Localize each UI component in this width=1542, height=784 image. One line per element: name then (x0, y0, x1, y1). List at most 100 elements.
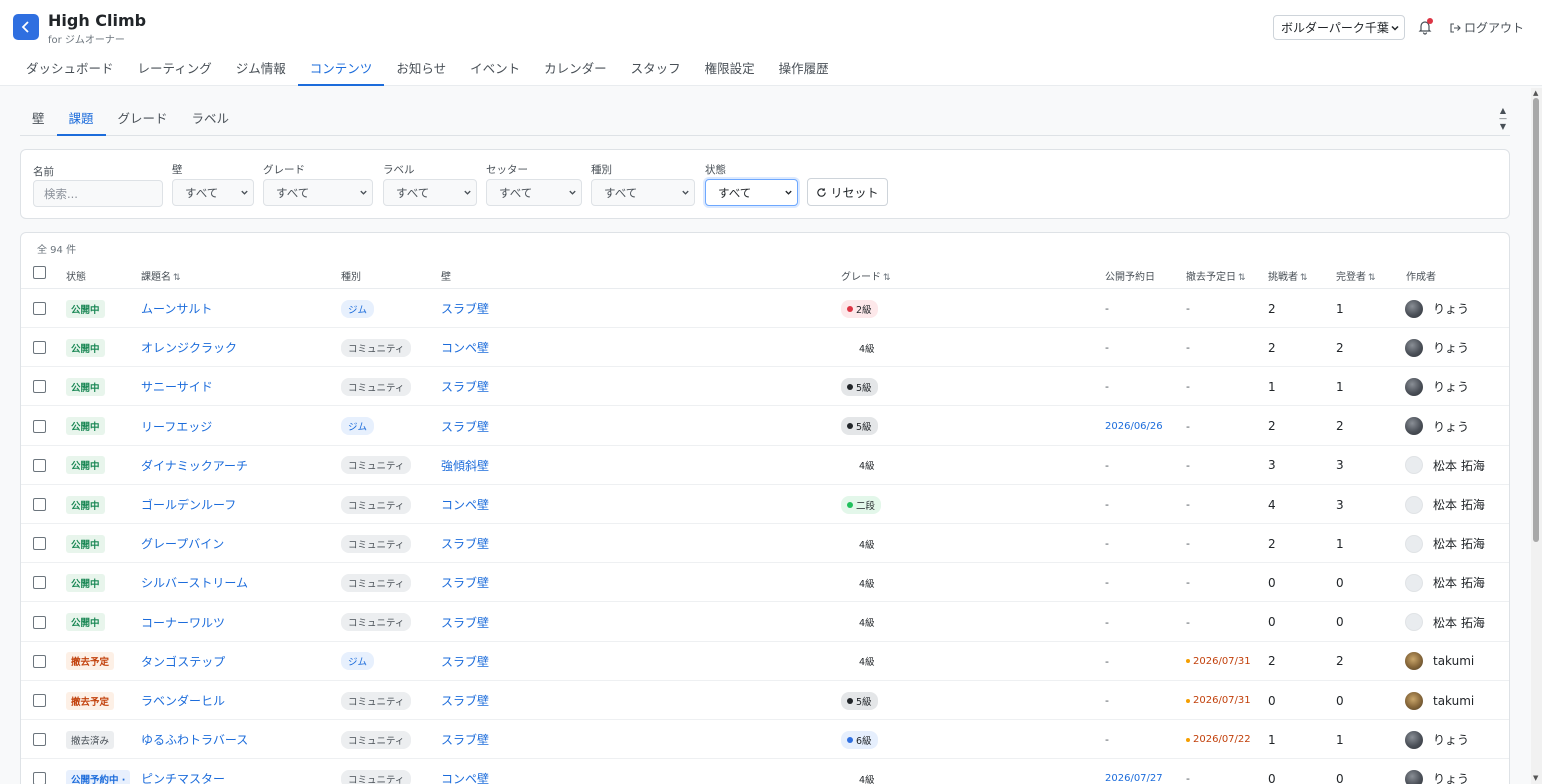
status-filter-select[interactable]: すべて (705, 179, 798, 206)
row-checkbox[interactable] (33, 380, 46, 394)
problem-name-link[interactable]: ゴールデンルーフ (141, 496, 236, 513)
wall-link[interactable]: スラブ壁 (441, 418, 489, 435)
header-challengers[interactable]: 挑戦者 ⇅ (1268, 268, 1308, 283)
wall-link[interactable]: スラブ壁 (441, 614, 489, 631)
app-logo-icon[interactable] (13, 14, 39, 40)
wall-link[interactable]: 強傾斜壁 (441, 457, 489, 474)
problem-name-link[interactable]: ムーンサルト (141, 300, 212, 317)
problem-name-link[interactable]: ラベンダーヒル (141, 692, 225, 709)
problem-name-link[interactable]: グレープバイン (141, 535, 224, 552)
status-badge: 公開中 (66, 377, 105, 396)
scroll-tabs-icon[interactable]: ▲ — ▼ (1497, 107, 1509, 133)
row-checkbox[interactable] (33, 341, 46, 355)
subtab-problems[interactable]: 課題 (56, 105, 106, 136)
tab-contents[interactable]: コンテンツ (297, 56, 385, 86)
setter-filter-select[interactable]: すべて (486, 179, 582, 206)
status-badge: 公開中 (66, 613, 105, 632)
scroll-up-icon[interactable]: ▲ (1533, 89, 1538, 97)
select-all-checkbox[interactable] (33, 266, 46, 279)
grade-label: 5級 (856, 382, 872, 394)
header-grade[interactable]: グレード ⇅ (841, 268, 891, 283)
row-checkbox[interactable] (33, 419, 46, 433)
problem-name-link[interactable]: タンゴステップ (141, 653, 225, 670)
grade-label: 4級 (859, 578, 875, 590)
logout-button[interactable]: ログアウト (1449, 19, 1524, 36)
tab-gym-info[interactable]: ジム情報 (224, 56, 298, 86)
header-name[interactable]: 課題名 ⇅ (141, 268, 181, 283)
page-scrollbar[interactable]: ▲ ▼ (1531, 88, 1542, 784)
problem-name-link[interactable]: オレンジクラック (141, 339, 237, 356)
table-row[interactable]: 公開中 ゴールデンルーフ コミュニティ コンペ壁 二段 - - 4 3 松本 拓… (21, 485, 1509, 524)
header-completers[interactable]: 完登者 ⇅ (1336, 268, 1376, 283)
wall-link[interactable]: コンペ壁 (441, 496, 489, 513)
problem-name-link[interactable]: リーフエッジ (141, 418, 212, 435)
table-row[interactable]: 公開中 シルバーストリーム コミュニティ スラブ壁 4級 - - 0 0 松本 … (21, 563, 1509, 603)
tab-events[interactable]: イベント (458, 56, 532, 86)
problem-name-link[interactable]: コーナーワルツ (141, 614, 225, 631)
wall-link[interactable]: スラブ壁 (441, 692, 489, 709)
name-search-input[interactable]: 検索... (33, 180, 163, 207)
tab-history[interactable]: 操作履歴 (767, 56, 841, 86)
problem-name-link[interactable]: ピンチマスター (141, 770, 225, 784)
gym-select[interactable]: ボルダーパーク千葉 (1273, 15, 1405, 40)
problem-name-link[interactable]: ダイナミックアーチ (141, 457, 248, 474)
wall-filter-label: 壁 (172, 164, 183, 176)
wall-link[interactable]: スラブ壁 (441, 574, 489, 591)
row-checkbox[interactable] (33, 772, 46, 784)
wall-link[interactable]: コンペ壁 (441, 770, 489, 784)
avatar (1405, 417, 1423, 436)
row-checkbox[interactable] (33, 537, 46, 551)
row-checkbox[interactable] (33, 302, 46, 315)
subtab-wall[interactable]: 壁 (20, 105, 57, 136)
challenger-count: 2 (1268, 301, 1276, 316)
warning-dot (1186, 737, 1190, 742)
subtab-label[interactable]: ラベル (180, 105, 242, 136)
tab-rating[interactable]: レーティング (126, 56, 224, 86)
table-row[interactable]: 公開予約中 · ピンチマスター コミュニティ コンペ壁 4級 2026/07/2… (21, 759, 1509, 784)
table-row[interactable]: 撤去予定 タンゴステップ ジム スラブ壁 4級 - 2026/07/31 2 2… (21, 642, 1509, 681)
problem-name-link[interactable]: ゆるふわトラバース (141, 731, 248, 748)
challenger-count: 4 (1268, 497, 1276, 512)
problem-name-link[interactable]: サニーサイド (141, 378, 213, 395)
problem-name-link[interactable]: シルバーストリーム (141, 574, 248, 591)
subtab-grade[interactable]: グレード (106, 105, 180, 136)
wall-filter-select[interactable]: すべて (172, 179, 254, 206)
header-remove-date[interactable]: 撤去予定日 ⇅ (1186, 268, 1246, 283)
scroll-down-icon[interactable]: ▼ (1533, 774, 1538, 782)
row-checkbox[interactable] (33, 694, 46, 707)
tab-dashboard[interactable]: ダッシュボード (14, 56, 126, 86)
table-row[interactable]: 撤去予定 ラベンダーヒル コミュニティ スラブ壁 5級 - 2026/07/31… (21, 681, 1509, 720)
label-filter-select[interactable]: すべて (383, 179, 477, 206)
tab-staff[interactable]: スタッフ (619, 56, 693, 86)
row-checkbox[interactable] (33, 654, 46, 668)
row-checkbox[interactable] (33, 733, 46, 747)
table-row[interactable]: 公開中 コーナーワルツ コミュニティ スラブ壁 4級 - - 0 0 松本 拓海 (21, 603, 1509, 642)
row-checkbox[interactable] (33, 576, 46, 590)
tab-news[interactable]: お知らせ (384, 56, 458, 86)
reset-button[interactable]: リセット (807, 178, 888, 206)
row-checkbox[interactable] (33, 458, 46, 472)
table-row[interactable]: 公開中 ムーンサルト ジム スラブ壁 2級 - - 2 1 りょう (21, 289, 1509, 328)
type-filter-select[interactable]: すべて (591, 179, 695, 206)
table-row[interactable]: 撤去済み ゆるふわトラバース コミュニティ スラブ壁 6級 - 2026/07/… (21, 720, 1509, 760)
wall-link[interactable]: スラブ壁 (441, 731, 489, 748)
table-row[interactable]: 公開中 オレンジクラック コミュニティ コンペ壁 4級 - - 2 2 りょう (21, 328, 1509, 368)
tab-permissions[interactable]: 権限設定 (693, 56, 767, 86)
wall-link[interactable]: コンペ壁 (441, 339, 489, 356)
grade-filter-select[interactable]: すべて (263, 179, 373, 206)
table-row[interactable]: 公開中 ダイナミックアーチ コミュニティ 強傾斜壁 4級 - - 3 3 松本 … (21, 446, 1509, 485)
table-row[interactable]: 公開中 グレープバイン コミュニティ スラブ壁 4級 - - 2 1 松本 拓海 (21, 524, 1509, 564)
status-filter-label: 状態 (705, 164, 726, 176)
wall-link[interactable]: スラブ壁 (441, 535, 489, 552)
wall-link[interactable]: スラブ壁 (441, 300, 489, 317)
table-row[interactable]: 公開中 リーフエッジ ジム スラブ壁 5級 2026/06/26 - 2 2 り… (21, 407, 1509, 446)
grade-label: 6級 (856, 735, 872, 747)
row-checkbox[interactable] (33, 498, 46, 511)
row-checkbox[interactable] (33, 615, 46, 629)
table-row[interactable]: 公開中 サニーサイド コミュニティ スラブ壁 5級 - - 1 1 りょう (21, 367, 1509, 407)
wall-link[interactable]: スラブ壁 (441, 378, 489, 395)
scrollbar-thumb[interactable] (1533, 98, 1539, 542)
challenger-count: 1 (1268, 732, 1276, 747)
wall-link[interactable]: スラブ壁 (441, 653, 489, 670)
tab-calendar[interactable]: カレンダー (532, 56, 619, 86)
